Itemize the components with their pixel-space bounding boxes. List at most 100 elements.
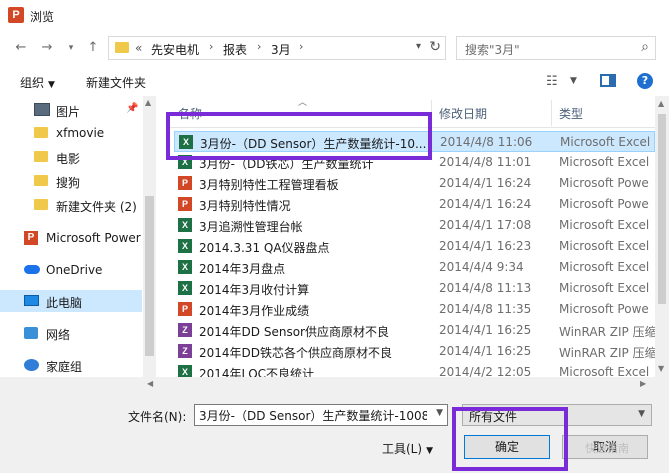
excel-file-icon: X [178,260,192,274]
archive-file-icon: Z [178,323,192,337]
view-options-icon[interactable]: ☷ [546,74,558,89]
file-type: Microsoft Powe [559,302,649,316]
nav-item-xfmovie[interactable]: xfmovie [0,122,142,144]
nav-item-sogou[interactable]: 搜狗 [0,170,142,192]
file-type: Microsoft Powe [559,176,649,190]
chevron-down-icon[interactable]: ▼ [436,408,443,418]
file-row[interactable]: X 2014.3.31 QA仪器盘点 2014/4/1 16:23 Micros… [174,236,655,257]
scroll-down-arrow-icon[interactable]: ▼ [658,364,664,373]
file-date: 2014/4/1 16:25 [439,323,532,337]
pin-icon[interactable]: 📌 [126,103,138,114]
nav-item-label: 网络 [46,328,71,342]
powerpoint-file-icon: P [178,176,192,190]
breadcrumb-separator-icon[interactable]: › [257,40,261,53]
dialog-footer: 文件名(N): ▼ 所有文件 ▼ 工具(L)▼ 确定 取消 [0,392,669,473]
breadcrumb-separator-icon[interactable]: › [299,40,303,53]
file-list-scrollbar-thumb[interactable] [658,114,666,304]
powerpoint-icon: P [24,231,38,245]
watermark: 快速指南 [585,442,629,455]
tools-label: 工具(L) [382,442,423,456]
file-row[interactable]: X 2014年3月盘点 2014/4/4 9:34 Microsoft Exce… [174,257,655,278]
file-row[interactable]: P 2014年3月作业成绩 2014/4/8 11:35 Microsoft P… [174,299,655,320]
file-row[interactable]: Z 2014年DD Sensor供应商原材不良 2014/4/1 16:25 W… [174,320,655,341]
search-box[interactable]: 搜索"3月" ⌕ [456,36,656,60]
file-type: Microsoft Excel [560,135,651,149]
network-icon [24,327,38,339]
file-date: 2014/4/8 11:06 [440,135,533,149]
column-header-type[interactable]: 类型 [559,105,583,122]
address-bar[interactable]: « 先安电机 › 报表 › 3月 › ▾ ↻ [108,36,446,60]
tools-button[interactable]: 工具(L) ▼ [382,440,433,457]
nav-item-movies[interactable]: 电影 [0,146,142,168]
file-date: 2014/4/8 11:13 [439,281,532,295]
nav-item-homegroup[interactable]: 家庭组 [0,354,142,376]
recent-locations-chevron-icon[interactable]: ▾ [62,38,80,58]
breadcrumb-item[interactable]: 报表 [223,41,247,58]
scroll-left-arrow-icon[interactable]: ◀ [147,379,153,388]
breadcrumb-item[interactable]: 先安电机 [151,41,199,58]
help-icon[interactable]: ? [637,73,653,89]
nav-scrollbar[interactable]: ▲ ▼ [143,96,156,392]
horizontal-scrollbar[interactable]: ◀ ▶ [0,377,669,392]
nav-item-network[interactable]: 网络 [0,322,142,344]
nav-item-new-folder-2[interactable]: 新建文件夹 (2) [0,194,142,216]
file-name: 2014.3.31 QA仪器盘点 [199,241,330,255]
file-row[interactable]: X 2014年3月收付计算 2014/4/8 11:13 Microsoft E… [174,278,655,299]
scroll-right-arrow-icon[interactable]: ▶ [640,379,646,388]
file-name: 2014年3月作业成绩 [199,304,310,318]
back-arrow-icon[interactable]: ← [12,38,30,58]
sort-ascending-icon: ︿ [298,98,308,108]
address-dropdown-icon[interactable]: ▾ [416,41,421,52]
filename-label: 文件名(N): [128,410,187,424]
chevron-down-icon[interactable]: ▼ [570,76,577,86]
scroll-up-arrow-icon[interactable]: ▲ [658,99,664,108]
file-type: Microsoft Excel [559,239,650,253]
breadcrumb-separator-icon[interactable]: › [209,40,213,53]
preview-pane-icon[interactable] [600,74,616,87]
nav-item-label: OneDrive [46,263,103,277]
file-row[interactable]: P 3月特别特性情况 2014/4/1 16:24 Microsoft Powe [174,194,655,215]
nav-item-this-pc[interactable]: 此电脑 [0,290,142,312]
folder-icon [34,199,48,210]
file-row[interactable]: Z 2014年DD铁芯各个供应商原材不良 2014/4/1 16:25 WinR… [174,341,655,362]
file-type: Microsoft Powe [559,197,649,211]
column-divider[interactable] [551,100,552,126]
column-header-date-modified[interactable]: 修改日期 [439,105,487,122]
file-date: 2014/4/1 16:25 [439,344,532,358]
filename-field[interactable]: ▼ [194,404,448,426]
forward-arrow-icon[interactable]: → [38,38,56,58]
file-row[interactable]: X 3月追溯性管理台帐 2014/4/1 17:08 Microsoft Exc… [174,215,655,236]
file-list-scrollbar[interactable]: ▲ ▼ [655,96,669,392]
chevron-down-icon: ▼ [638,409,645,419]
nav-item-label: xfmovie [56,126,105,140]
up-arrow-icon[interactable]: ↑ [84,38,102,58]
nav-item-onedrive[interactable]: OneDrive [0,259,142,281]
nav-scrollbar-thumb[interactable] [145,196,154,356]
address-row: ← → ▾ ↑ « 先安电机 › 报表 › 3月 › ▾ ↻ 搜索"3月" ⌕ [0,34,669,62]
nav-item-label: 此电脑 [46,296,83,310]
nav-item-label: Microsoft Power [46,231,141,245]
file-date: 2014/4/1 16:24 [439,176,532,190]
homegroup-icon [24,359,39,371]
breadcrumb-overflow[interactable]: « [135,41,142,55]
file-name: 2014年3月收付计算 [199,283,310,297]
excel-file-icon: X [178,281,192,295]
highlight-box [166,112,432,160]
file-date: 2014/4/8 11:35 [439,302,532,316]
file-name: 3月特别特性工程管理看板 [199,178,339,192]
nav-item-microsoft-powerpoint[interactable]: P Microsoft Power [0,227,142,249]
organize-button[interactable]: 组织 ▼ [20,74,55,91]
file-type: Microsoft Excel [559,260,650,274]
filename-input[interactable] [199,408,427,422]
search-icon[interactable]: ⌕ [641,39,649,55]
onedrive-icon [24,265,40,274]
folder-icon [34,127,48,138]
nav-item-pictures[interactable]: 图片 📌 [0,99,142,121]
folder-icon [115,42,129,53]
breadcrumb-item[interactable]: 3月 [271,41,291,58]
refresh-icon[interactable]: ↻ [429,39,441,55]
new-folder-button[interactable]: 新建文件夹 [86,74,146,91]
organize-label: 组织 [20,76,45,90]
file-row[interactable]: P 3月特别特性工程管理看板 2014/4/1 16:24 Microsoft … [174,173,655,194]
scroll-up-arrow-icon[interactable]: ▲ [145,98,151,107]
